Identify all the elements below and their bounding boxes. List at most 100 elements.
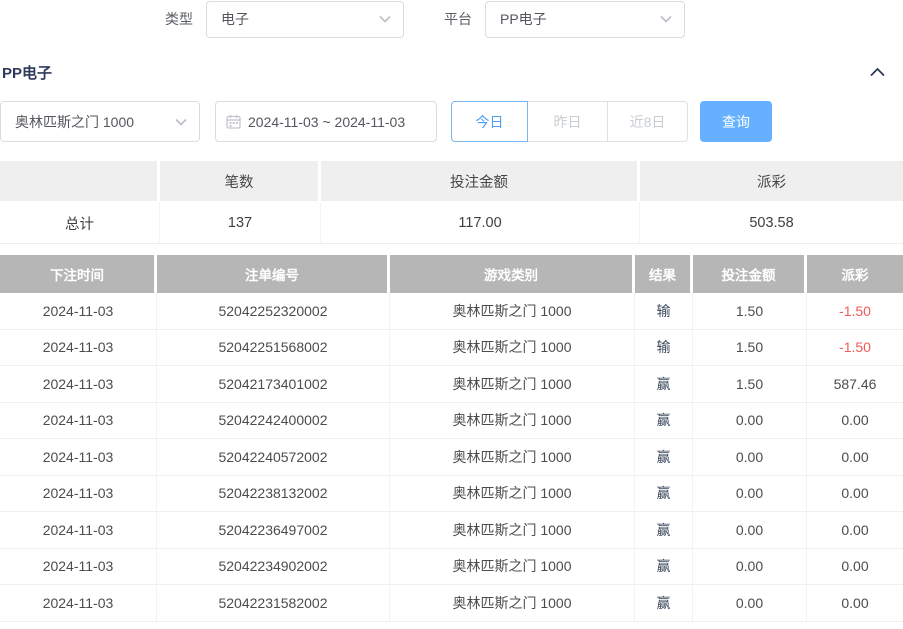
detail-header-time: 下注时间 — [0, 255, 157, 293]
platform-select[interactable]: PP电子 — [485, 1, 685, 38]
type-select-value: 电子 — [221, 9, 249, 29]
quick-range-group: 今日 昨日 近8日 — [451, 101, 688, 142]
cell-game: 奥林匹斯之门 1000 — [390, 439, 635, 476]
table-row: 2024-11-03 52042251568002 奥林匹斯之门 1000 输 … — [0, 330, 903, 367]
cell-game: 奥林匹斯之门 1000 — [390, 366, 635, 403]
summary-header-row: 笔数 投注金额 派彩 — [0, 161, 903, 203]
summary-header-payout: 派彩 — [640, 161, 903, 203]
cell-bet-id: 52042242400002 — [157, 403, 390, 440]
collapse-button[interactable] — [867, 64, 888, 80]
cell-bet-id: 52042240572002 — [157, 439, 390, 476]
cell-result: 赢 — [635, 476, 693, 513]
cell-game: 奥林匹斯之门 1000 — [390, 549, 635, 586]
cell-bet-time: 2024-11-03 — [0, 512, 157, 549]
cell-bet-amount: 0.00 — [693, 585, 807, 622]
summary-header-bet-amount: 投注金额 — [321, 161, 640, 203]
cell-result: 输 — [635, 293, 693, 330]
summary-header-count: 笔数 — [160, 161, 321, 203]
search-button[interactable]: 查询 — [700, 101, 772, 142]
cell-result: 赢 — [635, 366, 693, 403]
caret-down-icon — [379, 15, 391, 23]
caret-down-icon — [175, 118, 187, 126]
table-row: 2024-11-03 52042240572002 奥林匹斯之门 1000 赢 … — [0, 439, 903, 476]
cell-bet-amount: 1.50 — [693, 330, 807, 367]
summary-total-bet-amount: 117.00 — [321, 203, 640, 244]
cell-result: 赢 — [635, 512, 693, 549]
cell-game: 奥林匹斯之门 1000 — [390, 403, 635, 440]
cell-payout: 0.00 — [807, 512, 903, 549]
cell-payout: 587.46 — [807, 366, 903, 403]
cell-bet-amount: 0.00 — [693, 439, 807, 476]
cell-payout: -1.50 — [807, 330, 903, 367]
cell-bet-id: 52042252320002 — [157, 293, 390, 330]
cell-bet-id: 52042236497002 — [157, 512, 390, 549]
detail-header-payout: 派彩 — [807, 255, 903, 293]
detail-header-result: 结果 — [635, 255, 693, 293]
table-row: 2024-11-03 52042231582002 奥林匹斯之门 1000 赢 … — [0, 585, 903, 622]
type-label: 类型 — [165, 9, 193, 29]
game-select[interactable]: 奥林匹斯之门 1000 — [0, 101, 200, 142]
table-row: 2024-11-03 52042238132002 奥林匹斯之门 1000 赢 … — [0, 476, 903, 513]
toolbar: 奥林匹斯之门 1000 2024-11-03 ~ 2024-11-03 今日 昨… — [0, 101, 903, 142]
summary-header-empty — [0, 161, 160, 203]
detail-header-bet-id: 注单编号 — [157, 255, 390, 293]
cell-bet-time: 2024-11-03 — [0, 476, 157, 513]
cell-result: 赢 — [635, 403, 693, 440]
cell-bet-amount: 0.00 — [693, 403, 807, 440]
cell-payout: 0.00 — [807, 585, 903, 622]
today-button[interactable]: 今日 — [451, 101, 528, 142]
summary-total-row: 总计 137 117.00 503.58 — [0, 203, 903, 244]
cell-bet-time: 2024-11-03 — [0, 585, 157, 622]
chevron-up-icon — [869, 66, 886, 81]
summary-total-count: 137 — [160, 203, 321, 244]
caret-down-icon — [660, 15, 672, 23]
detail-table: 下注时间 注单编号 游戏类别 结果 投注金额 派彩 2024-11-03 520… — [0, 255, 903, 622]
cell-bet-amount: 1.50 — [693, 366, 807, 403]
calendar-icon — [226, 114, 241, 129]
cell-game: 奥林匹斯之门 1000 — [390, 585, 635, 622]
detail-header-game: 游戏类别 — [390, 255, 635, 293]
cell-bet-time: 2024-11-03 — [0, 293, 157, 330]
page: 类型 电子 平台 PP电子 PP电子 奥林匹斯之门 1000 — [0, 0, 903, 629]
summary-table: 笔数 投注金额 派彩 总计 137 117.00 503.58 — [0, 161, 903, 244]
summary-total-label: 总计 — [0, 203, 160, 244]
cell-payout: 0.00 — [807, 439, 903, 476]
cell-result: 赢 — [635, 439, 693, 476]
cell-bet-id: 52042173401002 — [157, 366, 390, 403]
cell-bet-time: 2024-11-03 — [0, 366, 157, 403]
cell-payout: 0.00 — [807, 476, 903, 513]
cell-game: 奥林匹斯之门 1000 — [390, 330, 635, 367]
cell-bet-id: 52042231582002 — [157, 585, 390, 622]
cell-result: 赢 — [635, 549, 693, 586]
section-title: PP电子 — [2, 62, 52, 83]
table-row: 2024-11-03 52042242400002 奥林匹斯之门 1000 赢 … — [0, 403, 903, 440]
table-row: 2024-11-03 52042252320002 奥林匹斯之门 1000 输 … — [0, 293, 903, 330]
cell-bet-id: 52042251568002 — [157, 330, 390, 367]
platform-select-value: PP电子 — [500, 9, 547, 29]
last8days-button[interactable]: 近8日 — [608, 101, 688, 142]
cell-bet-time: 2024-11-03 — [0, 549, 157, 586]
cell-bet-time: 2024-11-03 — [0, 403, 157, 440]
cell-payout: 0.00 — [807, 403, 903, 440]
cell-payout: -1.50 — [807, 293, 903, 330]
section-header: PP电子 — [0, 52, 903, 92]
top-filter-bar: 类型 电子 平台 PP电子 — [0, 0, 903, 38]
cell-result: 赢 — [635, 585, 693, 622]
cell-game: 奥林匹斯之门 1000 — [390, 293, 635, 330]
cell-bet-amount: 0.00 — [693, 476, 807, 513]
game-select-value: 奥林匹斯之门 1000 — [15, 112, 134, 132]
date-range-input[interactable]: 2024-11-03 ~ 2024-11-03 — [215, 101, 437, 142]
platform-label: 平台 — [444, 9, 472, 29]
detail-header-row: 下注时间 注单编号 游戏类别 结果 投注金额 派彩 — [0, 255, 903, 293]
cell-result: 输 — [635, 330, 693, 367]
table-row: 2024-11-03 52042173401002 奥林匹斯之门 1000 赢 … — [0, 366, 903, 403]
cell-bet-amount: 0.00 — [693, 512, 807, 549]
summary-total-payout: 503.58 — [640, 203, 903, 244]
cell-game: 奥林匹斯之门 1000 — [390, 476, 635, 513]
date-range-value: 2024-11-03 ~ 2024-11-03 — [248, 114, 405, 130]
cell-bet-amount: 0.00 — [693, 549, 807, 586]
type-select[interactable]: 电子 — [206, 1, 404, 38]
table-row: 2024-11-03 52042234902002 奥林匹斯之门 1000 赢 … — [0, 549, 903, 586]
yesterday-button[interactable]: 昨日 — [528, 101, 608, 142]
cell-bet-id: 52042234902002 — [157, 549, 390, 586]
